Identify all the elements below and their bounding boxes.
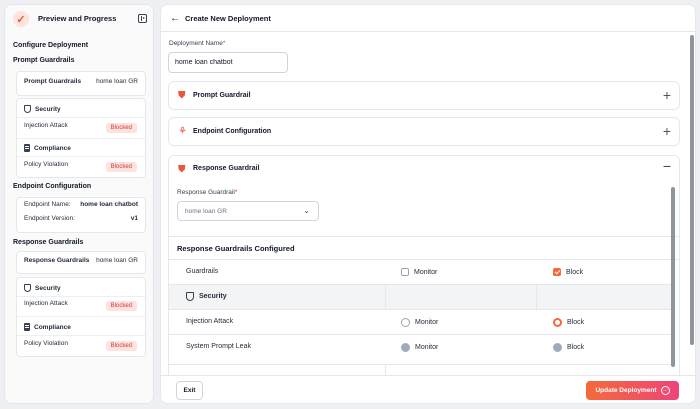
prompt-guardrail-details-card: Security Injection Attack Blocked Compli… (16, 98, 146, 178)
endpoint-name-value: home loan chatbot (80, 200, 138, 208)
update-deployment-button[interactable]: Update Deployment → (586, 381, 679, 400)
prompt-guardrails-heading: Prompt Guardrails (13, 57, 75, 64)
table-title-row: Response Guardrails Configured (169, 236, 679, 260)
response-guardrail-select-label: Response Guardrail* (177, 189, 238, 196)
response-guardrails-heading: Response Guardrails (13, 239, 84, 246)
status-badge: Blocked (105, 341, 137, 351)
outer-scrollbar[interactable] (690, 35, 694, 345)
endpoint-version-value: v1 (130, 214, 138, 222)
injection-attack-label: Injection Attack (24, 299, 68, 307)
response-guardrail-name-card: Response Guardrails home loan GR (16, 251, 146, 274)
injection-attack-label: Injection Attack (186, 318, 234, 325)
response-guardrails-label: Response Guardrails (24, 256, 90, 264)
shield-icon (24, 284, 31, 292)
expand-plus-icon[interactable]: + (663, 87, 671, 103)
checkbox-unchecked[interactable] (401, 268, 409, 276)
endpoint-version-label: Endpoint Version: (24, 214, 75, 222)
response-guardrail-accordion-header[interactable]: ⛊ Response Guardrail − (169, 156, 679, 183)
block-all-checkbox[interactable]: Block (553, 268, 583, 276)
endpoint-config-heading: Endpoint Configuration (13, 183, 92, 190)
compliance-section: Compliance (24, 144, 71, 152)
back-arrow-icon[interactable]: ← (170, 13, 180, 24)
check-icon: ✓ (13, 11, 29, 27)
injection-monitor-radio[interactable]: Monitor (401, 318, 438, 327)
table-row: System Prompt Leak Monitor Block (169, 335, 673, 365)
document-icon (24, 323, 30, 331)
endpoint-config-card: Endpoint Name: home loan chatbot Endpoin… (16, 197, 146, 233)
radio-unselected[interactable] (401, 318, 410, 327)
chevron-down-icon: ⌄ (303, 206, 310, 215)
response-guardrail-select[interactable]: home loan GR ⌄ (177, 201, 319, 221)
security-section: Security (24, 105, 61, 113)
prompt-guardrails-label: Prompt Guardrails (24, 77, 82, 85)
shield-icon (24, 105, 31, 113)
preview-panel: ✓ Preview and Progress Configure Deploym… (4, 4, 154, 404)
form-footer: Exit Update Deployment → (161, 375, 695, 403)
radio-disabled (401, 343, 410, 352)
compliance-section: Compliance (24, 323, 71, 331)
collapse-panel-icon[interactable] (138, 14, 147, 23)
table-title: Response Guardrails Configured (177, 244, 295, 253)
page-title: Create New Deployment (185, 14, 271, 23)
guardrails-column-header: Guardrails (186, 268, 219, 275)
system-prompt-monitor-radio: Monitor (401, 343, 438, 352)
shield-icon (186, 292, 194, 301)
security-group-label: Security (199, 293, 227, 300)
endpoint-name-label: Endpoint Name: (24, 200, 71, 208)
inner-scrollbar[interactable] (671, 187, 675, 367)
radio-disabled (553, 343, 562, 352)
response-guardrails-value: home loan GR (96, 256, 138, 264)
prompt-guardrails-value: home loan GR (96, 77, 138, 85)
arrow-right-circle-icon: → (660, 386, 670, 395)
prompt-guardrail-name-card: Prompt Guardrails home loan GR (16, 71, 146, 96)
response-guardrail-accordion: ⛊ Response Guardrail − Response Guardrai… (168, 155, 680, 385)
table-row: Injection Attack Monitor Block (169, 310, 673, 335)
status-badge: Blocked (105, 301, 137, 311)
checkbox-checked[interactable] (553, 268, 561, 276)
expand-plus-icon[interactable]: + (663, 123, 671, 139)
document-icon (24, 144, 30, 152)
response-guardrail-title: Response Guardrail (193, 165, 260, 172)
status-badge: Blocked (105, 162, 137, 172)
configure-heading: Configure Deployment (13, 42, 89, 49)
shield-icon: ⛊ (178, 90, 186, 101)
policy-violation-label: Policy Violation (24, 160, 68, 168)
prompt-guardrail-accordion[interactable]: ⛊ Prompt Guardrail + (168, 81, 680, 110)
radio-selected[interactable] (553, 318, 562, 327)
injection-attack-label: Injection Attack (24, 121, 68, 129)
webhook-icon: ⚘ (178, 126, 187, 137)
injection-block-radio[interactable]: Block (553, 318, 584, 327)
system-prompt-block-radio: Block (553, 343, 584, 352)
deployment-name-label: Deployment Name* (169, 40, 226, 47)
exit-button[interactable]: Exit (176, 381, 203, 400)
deployment-name-input[interactable] (168, 52, 288, 73)
endpoint-configuration-accordion[interactable]: ⚘ Endpoint Configuration + (168, 117, 680, 146)
response-guardrail-details-card: Security Injection Attack Blocked Compli… (16, 277, 146, 357)
security-section: Security (24, 284, 61, 292)
security-group-row: Security (169, 285, 673, 310)
table-header-row: Guardrails Monitor Block (169, 260, 673, 285)
shield-icon: ⛊ (178, 164, 186, 175)
system-prompt-leak-label: System Prompt Leak (186, 343, 251, 350)
monitor-all-checkbox[interactable]: Monitor (401, 268, 437, 276)
preview-header: ✓ Preview and Progress (5, 5, 153, 33)
preview-title: Preview and Progress (38, 14, 117, 23)
collapse-minus-icon[interactable]: − (663, 158, 671, 174)
form-header: ← Create New Deployment (161, 5, 695, 32)
deployment-form-panel: ← Create New Deployment Deployment Name*… (160, 4, 696, 404)
status-badge: Blocked (105, 123, 137, 133)
policy-violation-label: Policy Violation (24, 339, 68, 347)
